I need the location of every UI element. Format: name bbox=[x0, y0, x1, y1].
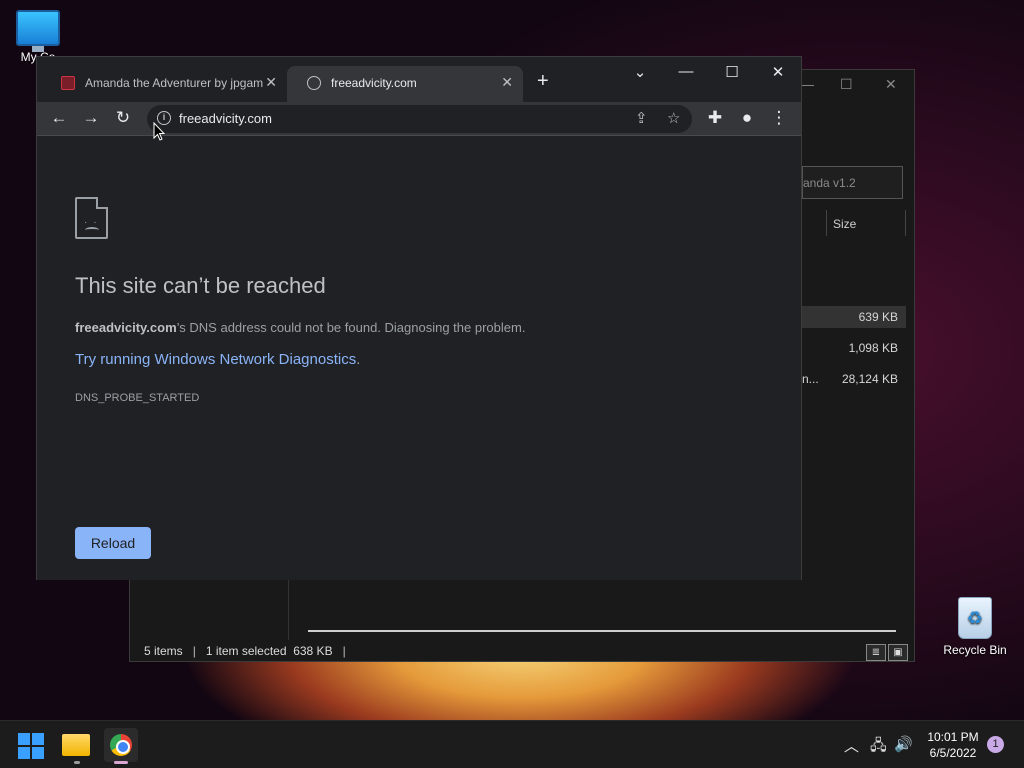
profile-avatar-icon[interactable]: ● bbox=[735, 108, 759, 128]
page-content: ·· This site can’t be reached freeadvici… bbox=[37, 137, 801, 580]
volume-icon[interactable]: 🔊 bbox=[894, 735, 913, 753]
error-host: freeadvicity.com bbox=[75, 320, 177, 335]
chrome-window: Amanda the Adventurer by jpgam ✕ freeadv… bbox=[36, 56, 802, 580]
back-arrow-icon[interactable]: ← bbox=[47, 108, 71, 128]
sad-page-icon: ·· bbox=[75, 197, 108, 239]
address-bar[interactable]: i freeadvicity.com ⇪ ☆ bbox=[147, 105, 692, 133]
status-selected: 1 item selected bbox=[205, 644, 287, 658]
tab-search-chevron-icon[interactable]: ⌄ bbox=[625, 63, 655, 81]
toolbar: ← → ↻ i freeadvicity.com ⇪ ☆ ✚ ● ⋮ bbox=[37, 102, 801, 136]
chrome-taskbar-icon[interactable] bbox=[104, 728, 138, 762]
new-tab-button[interactable]: + bbox=[537, 70, 549, 93]
globe-icon bbox=[307, 76, 321, 90]
reload-button[interactable]: Reload bbox=[75, 527, 151, 559]
status-bar: 5 items | 1 item selected 638 KB | bbox=[144, 644, 346, 658]
forward-arrow-icon[interactable]: → bbox=[79, 108, 103, 128]
address-url: freeadvicity.com bbox=[179, 111, 272, 126]
nav-pane-divider bbox=[288, 570, 289, 640]
file-size: 1,098 KB bbox=[848, 341, 898, 355]
file-size: 639 KB bbox=[858, 310, 898, 324]
status-item-count: 5 items bbox=[144, 644, 183, 658]
minimize-icon[interactable]: — bbox=[671, 63, 701, 80]
taskbar: ︿ 🖧 🔊 10:01 PM 6/5/2022 1 bbox=[0, 720, 1024, 768]
recycle-bin-icon: ♻ bbox=[958, 597, 992, 639]
status-selected-size: 638 KB bbox=[293, 644, 333, 658]
tab-title: Amanda the Adventurer by jpgam bbox=[85, 76, 264, 90]
horizontal-scrollbar[interactable] bbox=[308, 630, 896, 632]
clock-date: 6/5/2022 bbox=[929, 746, 977, 760]
desktop-icon-recycle-bin[interactable]: ♻ Recycle Bin bbox=[935, 597, 1015, 657]
notification-badge[interactable]: 1 bbox=[987, 736, 1004, 753]
site-favicon-icon bbox=[61, 76, 75, 90]
monitor-icon bbox=[16, 10, 60, 52]
error-code: DNS_PROBE_STARTED bbox=[75, 392, 200, 404]
file-size: 28,124 KB bbox=[841, 372, 898, 386]
network-diagnostics-link[interactable]: Try running Windows Network Diagnostics bbox=[75, 351, 356, 368]
maximize-icon[interactable]: ☐ bbox=[717, 63, 747, 81]
system-clock[interactable]: 10:01 PM 6/5/2022 bbox=[920, 729, 986, 761]
extensions-puzzle-icon[interactable]: ✚ bbox=[703, 108, 727, 128]
link-tail: . bbox=[356, 351, 361, 368]
active-indicator bbox=[114, 761, 128, 764]
search-input[interactable]: anda v1.2 bbox=[802, 166, 903, 199]
large-icons-view-icon[interactable]: ▣ bbox=[888, 644, 908, 661]
close-icon[interactable]: ✕ bbox=[501, 74, 513, 91]
running-indicator bbox=[74, 761, 80, 764]
close-icon[interactable]: ✕ bbox=[885, 76, 897, 93]
network-icon[interactable]: 🖧 bbox=[870, 735, 887, 760]
error-suggestion: Try running Windows Network Diagnostics. bbox=[75, 351, 360, 368]
windows-start-icon[interactable] bbox=[18, 733, 44, 759]
close-icon[interactable]: ✕ bbox=[265, 74, 277, 91]
view-toggle: ≣ ▣ bbox=[864, 642, 908, 661]
tab-title: freeadvicity.com bbox=[331, 76, 417, 90]
clock-time: 10:01 PM bbox=[927, 730, 979, 744]
file-explorer-folder-icon[interactable] bbox=[62, 734, 90, 756]
error-title: This site can’t be reached bbox=[75, 273, 326, 298]
error-desc-text: ’s DNS address could not be found. Diagn… bbox=[176, 320, 526, 335]
tab-freeadvicity[interactable]: freeadvicity.com ✕ bbox=[287, 66, 523, 102]
maximize-icon[interactable]: ☐ bbox=[840, 76, 853, 93]
bookmark-star-icon[interactable]: ☆ bbox=[667, 109, 680, 127]
tab-strip: Amanda the Adventurer by jpgam ✕ freeadv… bbox=[37, 57, 801, 102]
error-description: freeadvicity.com’s DNS address could not… bbox=[75, 320, 525, 335]
desktop-icon-label: Recycle Bin bbox=[943, 643, 1007, 657]
reload-icon[interactable]: ↻ bbox=[111, 108, 135, 128]
menu-kebab-icon[interactable]: ⋮ bbox=[767, 108, 791, 128]
column-header-size[interactable]: Size bbox=[826, 210, 906, 236]
close-window-icon[interactable]: ✕ bbox=[763, 63, 793, 81]
details-view-icon[interactable]: ≣ bbox=[866, 644, 886, 661]
tab-amanda[interactable]: Amanda the Adventurer by jpgam ✕ bbox=[41, 66, 287, 102]
show-hidden-icons-chevron-icon[interactable]: ︿ bbox=[844, 735, 859, 756]
file-name-truncated: n... bbox=[802, 372, 819, 386]
share-icon[interactable]: ⇪ bbox=[635, 109, 648, 127]
minimize-icon[interactable]: — bbox=[800, 76, 814, 92]
